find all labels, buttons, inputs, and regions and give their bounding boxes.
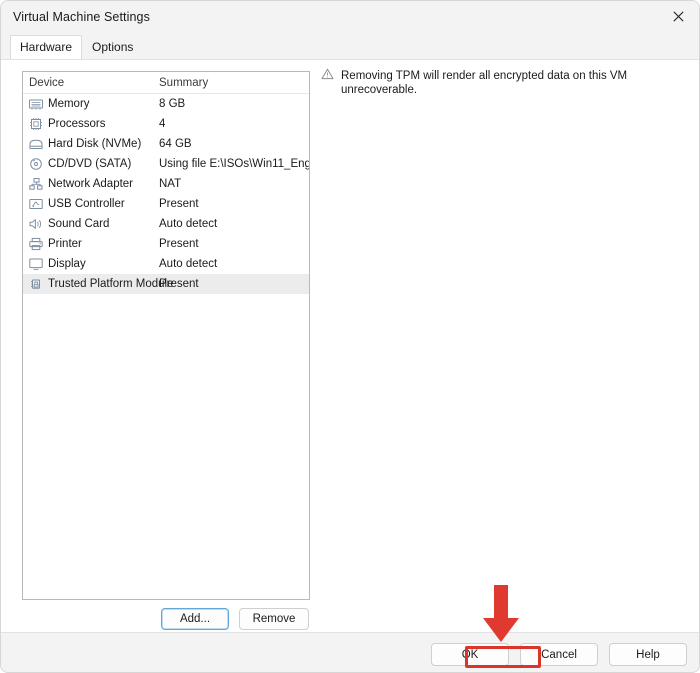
device-row-network-adapter[interactable]: Network Adapter NAT [23,174,309,194]
window-title: Virtual Machine Settings [13,10,150,24]
help-button[interactable]: Help [609,643,687,666]
remove-button[interactable]: Remove [239,608,309,630]
printer-icon [28,237,44,251]
device-cell: Memory [23,97,159,111]
device-row-sound-card[interactable]: Sound Card Auto detect [23,214,309,234]
device-label: Display [48,258,86,270]
add-button[interactable]: Add... [161,608,229,630]
summary-cell: 8 GB [159,98,186,110]
footer-buttons: OK Cancel Help [431,643,687,666]
device-row-cd-dvd[interactable]: CD/DVD (SATA) Using file E:\ISOs\Win11_E… [23,154,309,174]
column-header-summary: Summary [159,76,209,89]
device-cell: Hard Disk (NVMe) [23,137,159,151]
device-label: Trusted Platform Module [48,278,174,290]
device-cell: Display [23,257,159,271]
device-row-display[interactable]: Display Auto detect [23,254,309,274]
tab-strip: Hardware Options [1,33,699,60]
device-cell: Trusted Platform Module [23,277,173,291]
device-cell: Network Adapter [23,177,159,191]
display-icon [28,257,44,271]
device-cell: Printer [23,237,159,251]
warning-text: Removing TPM will render all encrypted d… [341,70,628,96]
network-icon [28,177,44,191]
summary-cell: 4 [159,118,166,130]
device-list-actions: Add... Remove [161,608,309,630]
usb-icon [28,197,44,211]
device-row-usb-controller[interactable]: USB Controller Present [23,194,309,214]
harddisk-icon [28,137,44,151]
summary-cell: NAT [159,178,182,190]
summary-cell: Present [159,278,199,290]
device-label: Sound Card [48,218,110,230]
device-row-memory[interactable]: Memory 8 GB [23,94,309,114]
memory-icon [28,97,44,111]
device-label: Memory [48,98,90,110]
hardware-panel: Device Summary Memory 8 GB Processors 4 … [1,59,699,632]
cpu-icon [28,117,44,131]
device-row-hard-disk[interactable]: Hard Disk (NVMe) 64 GB [23,134,309,154]
summary-cell: Auto detect [159,218,218,230]
device-row-processors[interactable]: Processors 4 [23,114,309,134]
summary-cell: Present [159,198,199,210]
summary-cell: 64 GB [159,138,192,150]
column-header-device: Device [29,76,65,89]
device-cell: Sound Card [23,217,159,231]
summary-cell: Auto detect [159,258,218,270]
sound-icon [28,217,44,231]
device-list-header: Device Summary [23,72,309,94]
device-row-trusted-platform-module[interactable]: Trusted Platform Module Present [23,274,309,294]
summary-cell: Present [159,238,199,250]
tab-hardware[interactable]: Hardware [10,35,83,60]
cancel-button[interactable]: Cancel [520,643,598,666]
device-cell: CD/DVD (SATA) [23,157,159,171]
device-label: Processors [48,118,106,130]
device-label: Network Adapter [48,178,134,190]
summary-cell: Using file E:\ISOs\Win11_Engli... [159,158,309,170]
device-label: CD/DVD (SATA) [48,158,132,170]
cddvd-icon [28,157,44,171]
title-bar: Virtual Machine Settings [1,1,699,33]
device-list[interactable]: Device Summary Memory 8 GB Processors 4 … [22,71,310,600]
device-row-printer[interactable]: Printer Present [23,234,309,254]
close-icon[interactable] [656,1,699,32]
virtual-machine-settings-dialog: Virtual Machine Settings Hardware Option… [0,0,700,673]
device-label: USB Controller [48,198,125,210]
tpm-warning: Removing TPM will render all encrypted d… [321,68,699,97]
ok-button[interactable]: OK [431,643,509,666]
device-label: Hard Disk (NVMe) [48,138,142,150]
device-cell: Processors [23,117,159,131]
device-cell: USB Controller [23,197,159,211]
dialog-footer: OK Cancel Help [1,632,699,672]
tpm-icon [28,277,44,291]
device-list-rows: Memory 8 GB Processors 4 Hard Disk (NVMe… [23,94,309,294]
tab-options[interactable]: Options [82,35,143,60]
device-label: Printer [48,238,82,250]
warning-triangle-icon [321,68,334,83]
